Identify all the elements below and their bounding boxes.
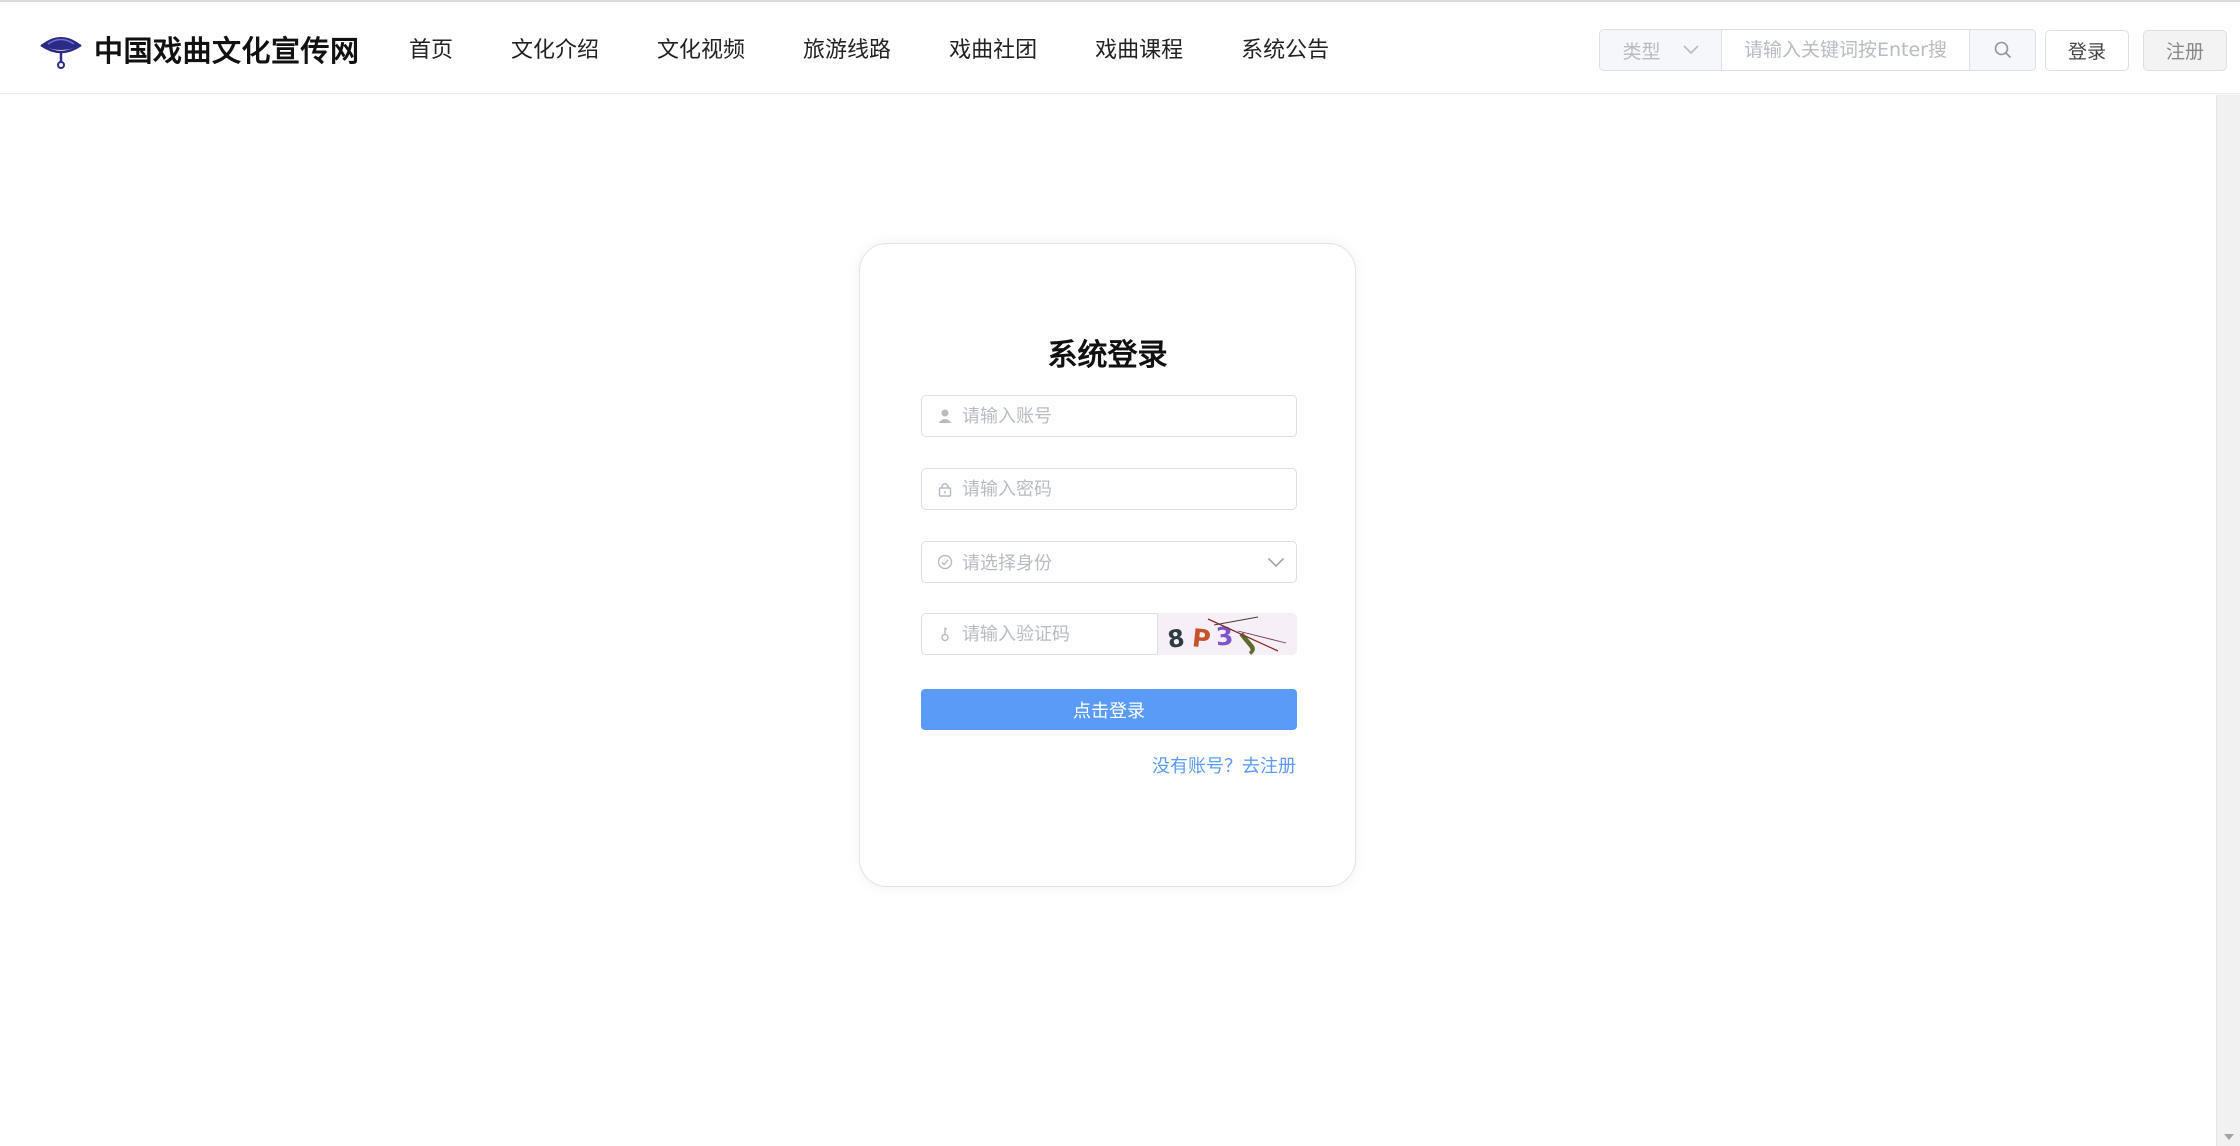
site-title: 中国戏曲文化宣传网 <box>94 34 360 68</box>
submit-login-button[interactable]: 点击登录 <box>921 689 1297 730</box>
password-field[interactable] <box>921 468 1297 510</box>
nav-item-culture-intro[interactable]: 文化介绍 <box>482 32 628 64</box>
chevron-down-icon <box>1682 45 1699 55</box>
search-icon <box>1994 41 2011 59</box>
role-select[interactable]: 请选择身份 <box>921 541 1297 583</box>
nav-item-travel-routes[interactable]: 旅游线路 <box>774 32 920 64</box>
captcha-field[interactable] <box>921 613 1158 655</box>
account-field[interactable] <box>921 395 1297 437</box>
login-card: 系统登录 请选择身份 <box>859 243 1356 887</box>
page-scrollbar[interactable] <box>2216 95 2240 1146</box>
nav-item-opera-clubs[interactable]: 戏曲社团 <box>920 32 1066 64</box>
key-icon <box>922 626 962 642</box>
search-type-select[interactable]: 类型 <box>1600 30 1722 70</box>
search-bar: 类型 <box>1599 29 2036 71</box>
circle-check-icon <box>922 554 962 570</box>
user-icon <box>922 408 962 424</box>
go-register-link[interactable]: 没有账号？去注册 <box>1152 752 1296 778</box>
site-logo[interactable]: 中国戏曲文化宣传网 <box>38 28 360 70</box>
scroll-down-arrow-icon[interactable] <box>2224 1134 2234 1140</box>
header-register-button[interactable]: 注册 <box>2143 30 2227 71</box>
captcha-image[interactable]: 8 P 3 J <box>1158 613 1297 655</box>
account-input[interactable] <box>962 405 1296 427</box>
login-title: 系统登录 <box>1047 338 1168 373</box>
role-select-placeholder: 请选择身份 <box>962 553 1052 574</box>
header-login-button[interactable]: 登录 <box>2045 30 2129 71</box>
lock-icon <box>922 481 962 497</box>
search-input[interactable] <box>1722 30 1969 70</box>
nav-item-home[interactable]: 首页 <box>380 32 482 64</box>
search-button[interactable] <box>1969 30 2035 70</box>
nav-item-opera-courses[interactable]: 戏曲课程 <box>1066 32 1212 64</box>
search-type-label: 类型 <box>1622 40 1661 63</box>
password-input[interactable] <box>962 478 1296 500</box>
nav-item-culture-video[interactable]: 文化视频 <box>628 32 774 64</box>
main-nav: 首页 文化介绍 文化视频 旅游线路 戏曲社团 戏曲课程 系统公告 <box>380 2 1358 94</box>
header: 中国戏曲文化宣传网 首页 文化介绍 文化视频 旅游线路 戏曲社团 戏曲课程 系统… <box>0 2 2240 94</box>
chevron-down-icon <box>1256 557 1296 568</box>
fan-logo-icon <box>40 37 82 69</box>
captcha-char-2: P <box>1191 623 1212 654</box>
captcha-input[interactable] <box>962 623 1157 645</box>
nav-item-announcements[interactable]: 系统公告 <box>1212 32 1358 64</box>
captcha-char-1: 8 <box>1166 624 1186 654</box>
